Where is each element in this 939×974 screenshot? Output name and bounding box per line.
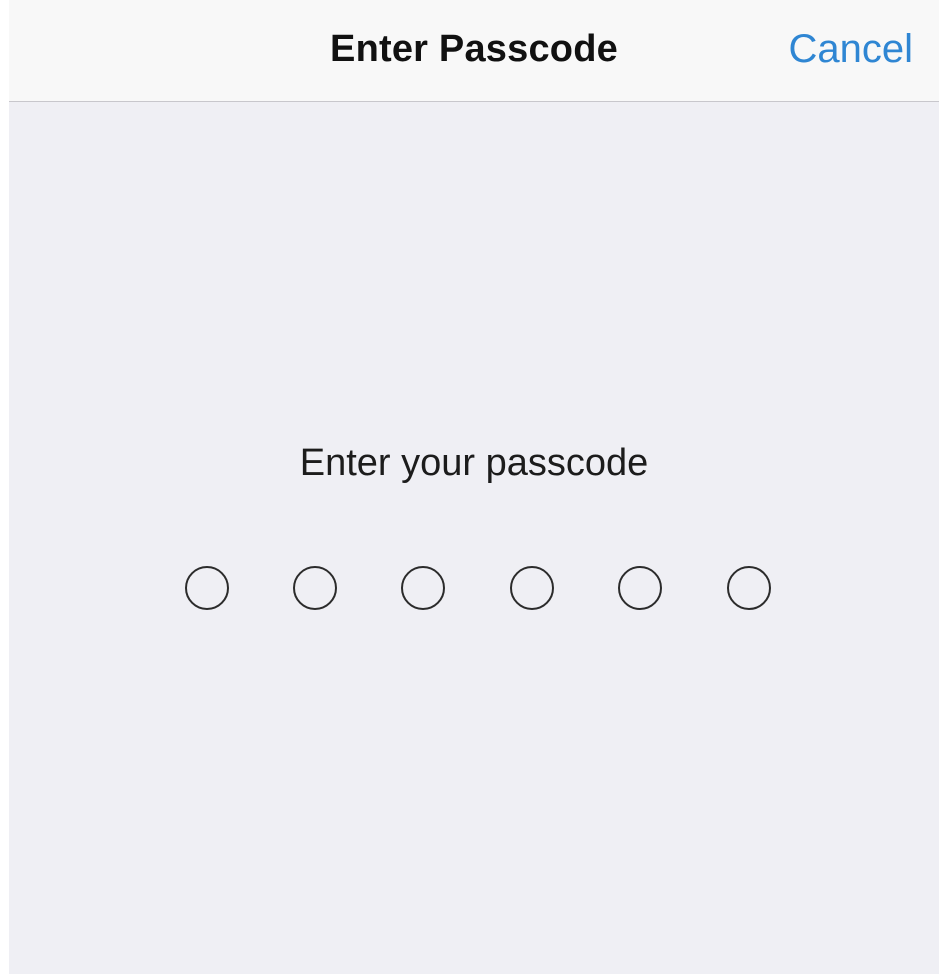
cancel-button[interactable]: Cancel (788, 27, 913, 72)
passcode-dot-4 (510, 566, 554, 610)
left-edge-strip (0, 0, 9, 974)
passcode-dot-3 (401, 566, 445, 610)
passcode-dot-2 (293, 566, 337, 610)
passcode-dot-6 (727, 566, 771, 610)
navigation-bar: Enter Passcode Cancel (9, 0, 939, 102)
passcode-screen: Enter Passcode Cancel Enter your passcod… (0, 0, 939, 974)
passcode-prompt: Enter your passcode (299, 442, 649, 484)
passcode-dot-5 (618, 566, 662, 610)
passcode-dots[interactable] (185, 566, 785, 614)
passcode-dot-1 (185, 566, 229, 610)
passcode-content: Enter your passcode (9, 102, 939, 974)
